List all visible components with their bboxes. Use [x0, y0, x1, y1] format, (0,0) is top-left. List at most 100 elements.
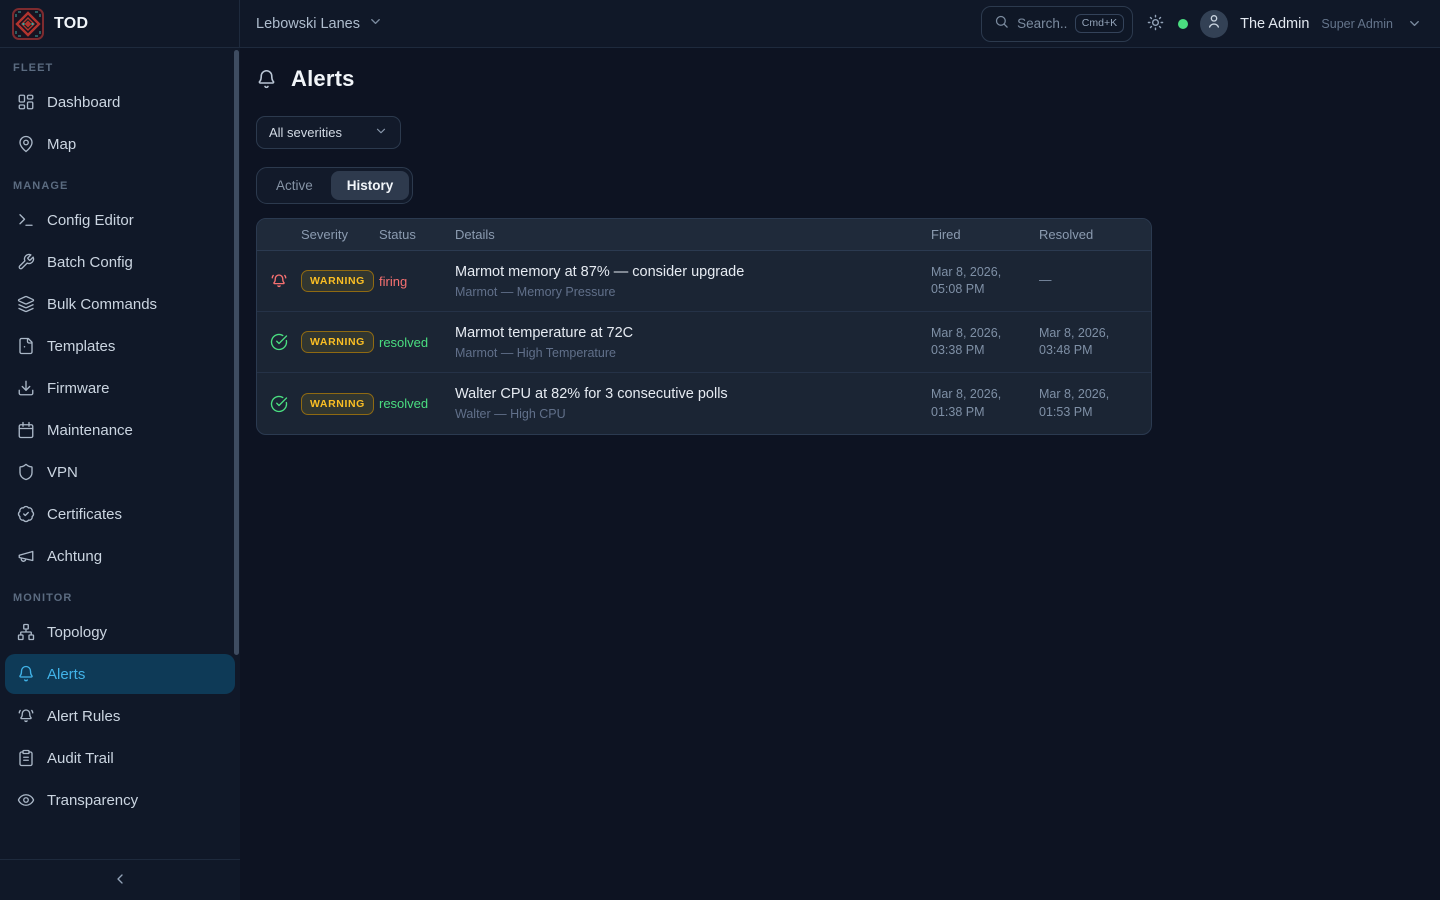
sidebar-item-label: Config Editor — [47, 212, 134, 229]
eye-icon — [17, 791, 35, 809]
sidebar-item-label: Templates — [47, 338, 115, 355]
sidebar-section-fleet: FLEET — [13, 62, 240, 74]
severity-filter-select[interactable]: All severities — [256, 116, 401, 149]
file-icon — [17, 337, 35, 355]
sidebar-item-config-editor[interactable]: Config Editor — [5, 200, 235, 240]
wrench-icon — [17, 253, 35, 271]
sidebar-item-topology[interactable]: Topology — [5, 612, 235, 652]
sidebar: FLEET Dashboard Map MANAGE Config Editor — [0, 48, 240, 900]
sidebar-item-label: Bulk Commands — [47, 296, 157, 313]
sidebar-scrollbar[interactable] — [234, 50, 239, 655]
table-row[interactable]: WARNING resolved Walter CPU at 82% for 3… — [257, 373, 1151, 434]
dashboard-grid-icon — [17, 93, 35, 111]
sidebar-item-bulk-commands[interactable]: Bulk Commands — [5, 284, 235, 324]
sidebar-item-label: Dashboard — [47, 94, 120, 111]
connection-status-dot — [1178, 19, 1188, 29]
sidebar-footer — [0, 859, 240, 900]
alerts-table-header: Severity Status Details Fired Resolved — [257, 219, 1151, 251]
fired-time: Mar 8, 2026, 01:38 PM — [931, 386, 1039, 421]
column-severity: Severity — [301, 227, 379, 242]
table-row[interactable]: WARNING firing Marmot memory at 87% — co… — [257, 251, 1151, 312]
shield-icon — [17, 463, 35, 481]
page-title: Alerts — [291, 66, 355, 92]
column-details: Details — [455, 227, 931, 242]
resolved-time: Mar 8, 2026, 03:48 PM — [1039, 325, 1151, 360]
sidebar-item-maintenance[interactable]: Maintenance — [5, 410, 235, 450]
search-shortcut: Cmd+K — [1075, 14, 1124, 33]
user-menu-button[interactable] — [1405, 14, 1424, 33]
sidebar-item-label: Batch Config — [47, 254, 133, 271]
check-circle-icon — [257, 333, 301, 351]
user-name: The Admin — [1240, 16, 1309, 32]
sidebar-item-certificates[interactable]: Certificates — [5, 494, 235, 534]
clipboard-icon — [17, 749, 35, 767]
chevron-down-icon — [368, 14, 383, 33]
alert-subtitle: Walter — High CPU — [455, 407, 915, 421]
column-resolved: Resolved — [1039, 227, 1151, 242]
alerts-view-tabs: Active History — [256, 167, 413, 204]
topbar: TOD Lebowski Lanes Cmd+K — [0, 0, 1440, 48]
bell-icon — [256, 69, 277, 90]
megaphone-icon — [17, 547, 35, 565]
org-name: Lebowski Lanes — [256, 16, 360, 32]
sidebar-item-achtung[interactable]: Achtung — [5, 536, 235, 576]
calendar-icon — [17, 421, 35, 439]
column-status: Status — [379, 227, 455, 242]
severity-badge: WARNING — [301, 393, 374, 415]
sidebar-item-label: Certificates — [47, 506, 122, 523]
alert-details: Marmot temperature at 72C Marmot — High … — [455, 325, 931, 360]
sidebar-item-alerts[interactable]: Alerts — [5, 654, 235, 694]
brand-name: TOD — [54, 15, 88, 33]
check-circle-icon — [257, 395, 301, 413]
bell-icon — [17, 665, 35, 683]
resolved-time: Mar 8, 2026, 01:53 PM — [1039, 386, 1151, 421]
status-text: firing — [379, 274, 455, 289]
sidebar-item-firmware[interactable]: Firmware — [5, 368, 235, 408]
alert-title: Walter CPU at 82% for 3 consecutive poll… — [455, 386, 915, 402]
sidebar-item-audit-trail[interactable]: Audit Trail — [5, 738, 235, 778]
chevron-down-icon — [374, 124, 388, 141]
sidebar-item-dashboard[interactable]: Dashboard — [5, 82, 235, 122]
org-switcher[interactable]: Lebowski Lanes — [256, 14, 383, 33]
sidebar-item-batch-config[interactable]: Batch Config — [5, 242, 235, 282]
fired-time: Mar 8, 2026, 05:08 PM — [931, 264, 1039, 299]
sidebar-item-templates[interactable]: Templates — [5, 326, 235, 366]
sidebar-item-label: Topology — [47, 624, 107, 641]
map-pin-icon — [17, 135, 35, 153]
user-icon — [1206, 13, 1222, 34]
tab-active[interactable]: Active — [260, 171, 329, 200]
badge-check-icon — [17, 505, 35, 523]
severity-badge: WARNING — [301, 270, 374, 292]
column-fired: Fired — [931, 227, 1039, 242]
sidebar-item-transparency[interactable]: Transparency — [5, 780, 235, 820]
chevron-down-icon — [1407, 16, 1422, 31]
sidebar-item-map[interactable]: Map — [5, 124, 235, 164]
search-box[interactable]: Cmd+K — [981, 6, 1133, 42]
topology-icon — [17, 623, 35, 641]
theme-toggle-button[interactable] — [1145, 12, 1166, 36]
search-icon — [994, 14, 1009, 34]
sidebar-item-label: Alert Rules — [47, 708, 120, 725]
chevron-left-icon — [112, 871, 128, 890]
sun-icon — [1147, 14, 1164, 34]
brand: TOD — [0, 0, 240, 47]
avatar[interactable] — [1200, 10, 1228, 38]
alert-title: Marmot memory at 87% — consider upgrade — [455, 264, 915, 280]
alerts-table: Severity Status Details Fired Resolved W… — [256, 218, 1152, 435]
table-row[interactable]: WARNING resolved Marmot temperature at 7… — [257, 312, 1151, 373]
app-root: TOD Lebowski Lanes Cmd+K — [0, 0, 1440, 900]
bell-ring-icon — [257, 272, 301, 290]
sidebar-item-vpn[interactable]: VPN — [5, 452, 235, 492]
sidebar-item-alert-rules[interactable]: Alert Rules — [5, 696, 235, 736]
severity-filter-value: All severities — [269, 125, 342, 140]
download-icon — [17, 379, 35, 397]
tab-history[interactable]: History — [331, 171, 410, 200]
search-input[interactable] — [1017, 16, 1067, 31]
severity-badge: WARNING — [301, 331, 374, 353]
bell-ring-icon — [17, 707, 35, 725]
fired-time: Mar 8, 2026, 03:38 PM — [931, 325, 1039, 360]
sidebar-collapse-button[interactable] — [108, 867, 132, 894]
alert-subtitle: Marmot — Memory Pressure — [455, 285, 915, 299]
sidebar-item-label: Achtung — [47, 548, 102, 565]
resolved-time: — — [1039, 272, 1151, 290]
